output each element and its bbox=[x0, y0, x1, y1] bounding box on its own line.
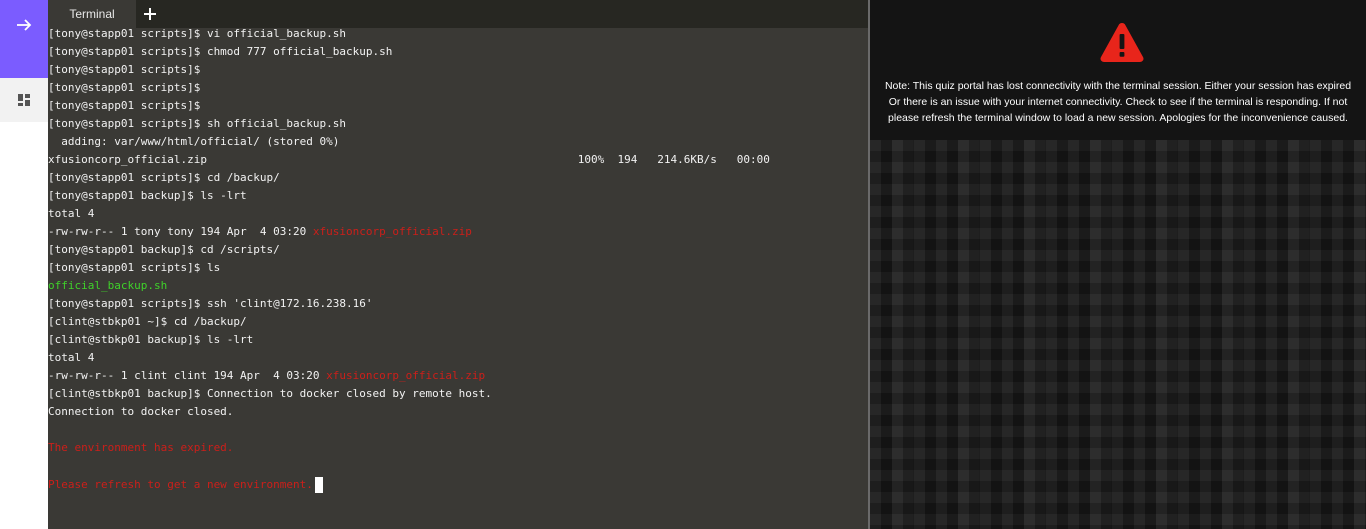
expand-button[interactable] bbox=[0, 0, 48, 50]
terminal-line: [tony@stapp01 scripts]$ ls bbox=[48, 261, 221, 274]
terminal-line: total 4 bbox=[48, 207, 95, 220]
notice-line-1: Note: This quiz portal has lost connecti… bbox=[884, 80, 1352, 92]
warning-triangle-icon bbox=[1100, 23, 1144, 62]
terminal-line: [tony@stapp01 scripts]$ bbox=[48, 99, 201, 112]
terminal-line: [tony@stapp01 scripts]$ vi official_back… bbox=[48, 27, 347, 40]
terminal-line: The environment has expired. bbox=[48, 441, 234, 454]
terminal-line: [tony@stapp01 scripts]$ bbox=[48, 81, 201, 94]
terminal-line: [clint@stbkp01 ~]$ cd /backup/ bbox=[48, 315, 247, 328]
terminal-panel[interactable]: Terminal [tony@stapp01 scripts]$ vi offi… bbox=[48, 0, 868, 529]
file-name: xfusioncorp_official.zip bbox=[312, 225, 472, 238]
tab-terminal[interactable]: Terminal bbox=[48, 0, 136, 28]
terminal-output[interactable]: [tony@stapp01 scripts]$ vi official_back… bbox=[48, 27, 868, 495]
terminal-line: [tony@stapp01 scripts]$ chmod 777 offici… bbox=[48, 45, 393, 58]
terminal-line: official_backup.sh bbox=[48, 279, 168, 292]
terminal-line: [tony@stapp01 scripts]$ cd /backup/ bbox=[48, 171, 280, 184]
terminal-line: xfusioncorp_official.zip 100% 194 214.6K… bbox=[48, 153, 770, 166]
terminal-line: [tony@stapp01 backup]$ cd /scripts/ bbox=[48, 243, 280, 256]
terminal-line: [tony@stapp01 backup]$ ls -lrt bbox=[48, 189, 247, 202]
listing-details: -rw-rw-r-- 1 clint clint 194 Apr 4 03:20 bbox=[48, 369, 327, 382]
notice-line-2: Or there is an issue with your internet … bbox=[888, 96, 1348, 108]
panels-button[interactable] bbox=[0, 78, 48, 122]
terminal-line: adding: var/www/html/official/ (stored 0… bbox=[48, 135, 340, 148]
terminal-line: [tony@stapp01 scripts]$ sh official_back… bbox=[48, 117, 347, 130]
arrow-right-icon bbox=[17, 19, 32, 31]
terminal-line: Please refresh to get a new environment. bbox=[48, 477, 868, 495]
terminal-line: Connection to docker closed. bbox=[48, 405, 234, 418]
terminal-line: [clint@stbkp01 backup]$ Connection to do… bbox=[48, 387, 492, 400]
connectivity-notice-panel: Note: This quiz portal has lost connecti… bbox=[870, 0, 1366, 529]
terminal-line: -rw-rw-r-- 1 tony tony 194 Apr 4 03:20 x… bbox=[48, 225, 868, 243]
notice-line-3: please refresh the terminal window to lo… bbox=[888, 112, 1348, 124]
terminal-tab-bar: Terminal bbox=[48, 0, 868, 28]
background-mosaic bbox=[870, 140, 1366, 529]
dashboard-icon bbox=[18, 94, 30, 106]
terminal-line: [clint@stbkp01 backup]$ ls -lrt bbox=[48, 333, 254, 346]
add-tab-button[interactable] bbox=[140, 4, 160, 24]
terminal-line: [tony@stapp01 scripts]$ ssh 'clint@172.1… bbox=[48, 297, 373, 310]
terminal-line: total 4 bbox=[48, 351, 95, 364]
plus-icon bbox=[144, 8, 156, 20]
file-name: xfusioncorp_official.zip bbox=[326, 369, 486, 382]
notice-message: Note: This quiz portal has lost connecti… bbox=[870, 78, 1366, 126]
terminal-cursor bbox=[314, 477, 323, 493]
listing-details: -rw-rw-r-- 1 tony tony 194 Apr 4 03:20 bbox=[48, 225, 313, 238]
terminal-line: -rw-rw-r-- 1 clint clint 194 Apr 4 03:20… bbox=[48, 369, 868, 387]
refresh-message: Please refresh to get a new environment. bbox=[48, 478, 313, 491]
side-rail bbox=[0, 0, 48, 529]
terminal-line: [tony@stapp01 scripts]$ bbox=[48, 63, 201, 76]
tab-label: Terminal bbox=[69, 7, 115, 21]
